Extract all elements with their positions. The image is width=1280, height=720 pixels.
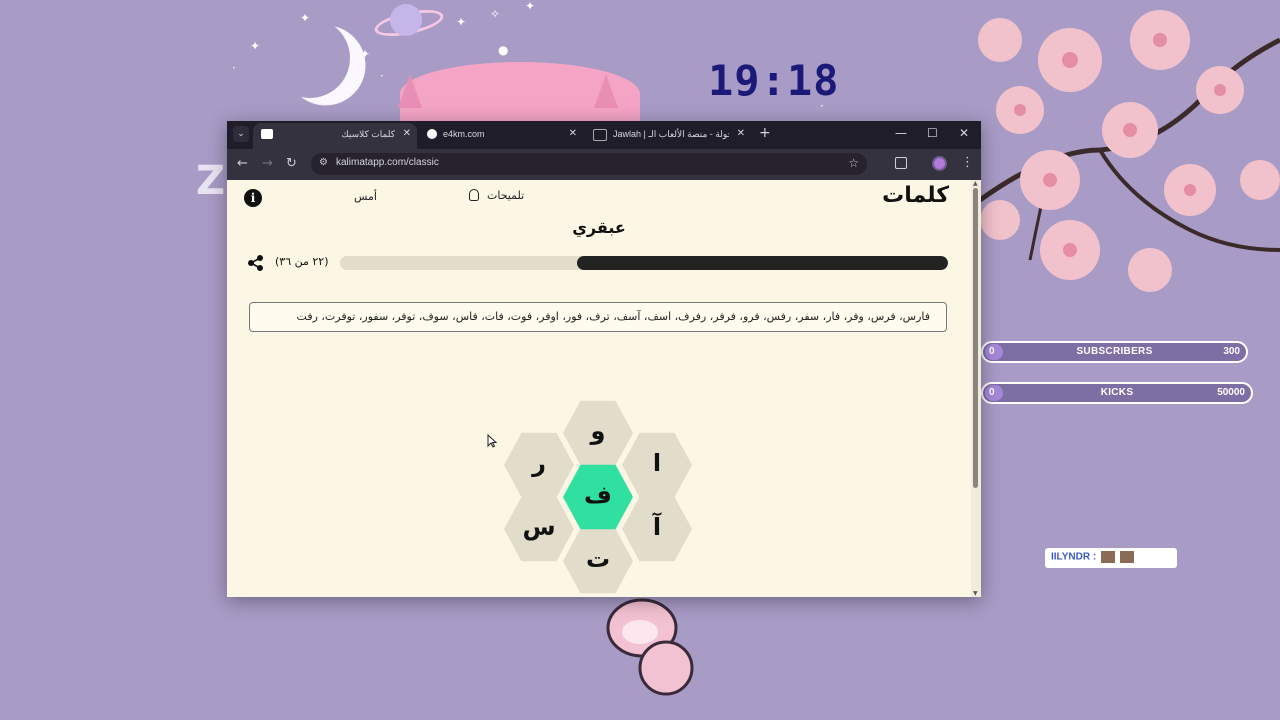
tab-jawlah[interactable]: Jawlah | جولة - منصة الألعاب الـ ✕ <box>585 123 751 149</box>
letter-hex-bottom[interactable]: ت <box>563 528 633 594</box>
anime-character-ear <box>594 74 618 108</box>
rank-title: عبقري <box>572 218 626 237</box>
star-decoration: ✦ <box>300 11 311 25</box>
minimize-icon[interactable]: — <box>895 126 907 140</box>
anime-character-ear <box>398 74 422 108</box>
tab-bar: ⌄ كلمات كلاسيك ✕ e4km.com ✕ Jawlah | جول… <box>227 121 981 149</box>
star-decoration: ✦ <box>250 39 261 53</box>
back-arrow-icon[interactable]: ← <box>237 157 248 171</box>
info-icon[interactable]: i <box>244 189 262 207</box>
browser-menu-icon[interactable]: ⋮ <box>961 155 974 170</box>
url-text: kalimatapp.com/classic <box>336 157 439 168</box>
scroll-thumb[interactable] <box>973 188 978 488</box>
kalimat-page: كلمات تلميحات أمس i عبقري (٢٢ من ٣٦) فار… <box>227 180 971 597</box>
page-scrollbar[interactable]: ▲ ▼ <box>971 180 981 597</box>
cherry-blossom-decoration <box>978 10 1280 292</box>
star-decoration: · <box>232 61 236 75</box>
star-decoration: ✧ <box>490 7 501 21</box>
url-field[interactable]: ⚙ kalimatapp.com/classic ☆ <box>311 153 867 175</box>
jawlah-favicon-icon <box>593 129 607 141</box>
star-decoration: ✦ <box>456 15 467 29</box>
hints-button[interactable]: تلميحات <box>487 189 524 202</box>
letter-hex-upper-left[interactable]: ر <box>504 432 574 498</box>
bookmark-star-icon[interactable]: ☆ <box>848 156 859 170</box>
address-bar-row: ← → ↻ ⚙ kalimatapp.com/classic ☆ ⋮ <box>227 149 981 180</box>
new-tab-plus-icon[interactable]: + <box>759 126 771 140</box>
yesterday-button[interactable]: أمس <box>354 190 377 203</box>
anime-character-feet <box>606 598 694 696</box>
letter-hex-lower-right[interactable]: آ <box>622 496 692 562</box>
progress-bar <box>340 256 948 270</box>
browser-window: ⌄ كلمات كلاسيك ✕ e4km.com ✕ Jawlah | جول… <box>227 121 981 597</box>
maximize-icon[interactable]: ☐ <box>927 126 938 140</box>
kicks-goal-bar: 0 KICKS 50000 <box>981 382 1253 404</box>
extensions-puzzle-icon[interactable] <box>895 157 907 169</box>
found-words-list: فارس، فرس، وفر، فار، سفر، رفس، فرو، فرفر… <box>296 310 930 323</box>
streamer-avatar <box>1119 551 1134 563</box>
star-decoration: ✦ <box>525 0 536 13</box>
tab-title: كلمات كلاسيك <box>341 129 395 139</box>
globe-favicon-icon <box>427 129 437 139</box>
star-decoration: · <box>380 69 384 83</box>
tab-search-chevron-icon[interactable]: ⌄ <box>233 126 249 142</box>
goal-target: 50000 <box>1217 387 1245 398</box>
tab-e4km[interactable]: e4km.com ✕ <box>419 123 583 149</box>
score-count: (٢٢ من ٣٦) <box>275 255 329 268</box>
scribble-decoration: Z <box>196 158 226 204</box>
goal-label: KICKS <box>1100 387 1134 398</box>
close-window-icon[interactable]: ✕ <box>959 126 969 140</box>
kalimat-logo[interactable]: كلمات <box>882 183 949 208</box>
planet-decoration <box>390 4 422 36</box>
desktop-clock: 19:18 <box>708 56 840 105</box>
site-info-icon[interactable]: ⚙ <box>319 157 328 168</box>
streamer-name: IILYNDR : <box>1051 551 1097 563</box>
letter-hex-upper-right[interactable]: ا <box>622 432 692 498</box>
subscribers-goal-bar: 0 SUBSCRIBERS 300 <box>981 341 1248 363</box>
goal-label: SUBSCRIBERS <box>1076 346 1153 357</box>
star-decoration: ● <box>498 43 509 57</box>
profile-avatar[interactable] <box>932 156 947 171</box>
tab-title: Jawlah | جولة - منصة الألعاب الـ <box>613 129 729 139</box>
tab-kalimat-classic[interactable]: كلمات كلاسيك ✕ <box>253 123 417 149</box>
letter-hex-center[interactable]: ف <box>563 464 633 530</box>
scroll-down-arrow-icon[interactable]: ▼ <box>973 590 978 597</box>
tab-close-icon[interactable]: ✕ <box>737 123 745 145</box>
moon-decoration <box>264 12 357 105</box>
tab-close-icon[interactable]: ✕ <box>403 123 411 145</box>
streamer-avatar <box>1100 551 1115 563</box>
letter-hex-top[interactable]: و <box>563 400 633 466</box>
tab-close-icon[interactable]: ✕ <box>569 123 577 145</box>
scroll-up-arrow-icon[interactable]: ▲ <box>973 180 978 187</box>
found-words-box[interactable]: فارس، فرس، وفر، فار، سفر، رفس، فرو، فرفر… <box>249 302 947 332</box>
progress-fill <box>577 256 948 270</box>
reload-icon[interactable]: ↻ <box>286 157 297 171</box>
streamer-tag: IILYNDR : <box>1045 548 1177 568</box>
forward-arrow-icon[interactable]: → <box>262 157 273 171</box>
tab-title: e4km.com <box>443 129 485 139</box>
letter-hex-lower-left[interactable]: س <box>504 496 574 562</box>
goal-target: 300 <box>1223 346 1240 357</box>
kalimat-favicon-icon <box>261 129 273 139</box>
star-decoration: ✦ <box>360 47 371 61</box>
share-icon[interactable] <box>247 254 265 272</box>
lightbulb-icon[interactable] <box>469 189 479 201</box>
mouse-cursor-icon <box>487 434 497 448</box>
